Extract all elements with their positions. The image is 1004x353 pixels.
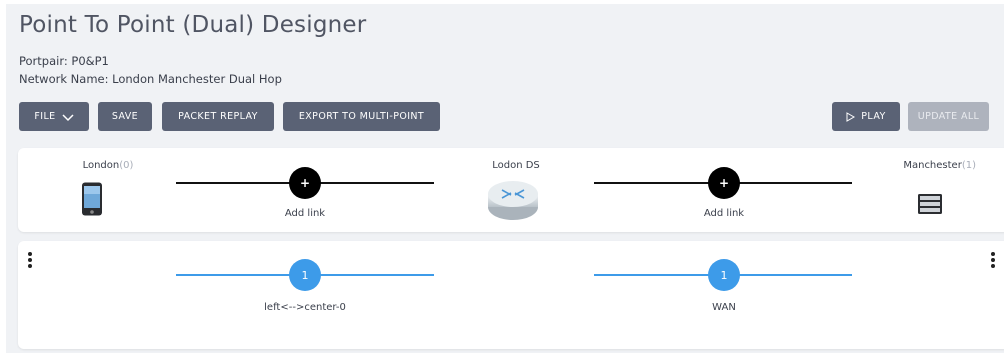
add-left-link-label[interactable]: Add link xyxy=(255,208,355,219)
page-title: Point To Point (Dual) Designer xyxy=(19,12,367,38)
network-name-text: Network Name: London Manchester Dual Hop xyxy=(19,72,282,86)
portpair-text: Portpair: P0&P1 xyxy=(19,54,109,68)
packet-replay-button[interactable]: PACKET REPLAY xyxy=(162,102,274,131)
router-icon[interactable] xyxy=(486,178,540,222)
node-london-label: London(0) xyxy=(68,160,148,171)
node-lodon-ds-label: Lodon DS xyxy=(492,160,540,171)
node-name: Manchester xyxy=(903,160,962,171)
node-manchester-label: Manchester(1) xyxy=(880,160,976,171)
export-to-multipoint-button[interactable]: EXPORT TO MULTI-POINT xyxy=(283,102,440,131)
left-kebab-menu-icon[interactable] xyxy=(27,252,33,268)
add-right-link-label[interactable]: Add link xyxy=(674,208,774,219)
left-link-label[interactable]: left<-->center-0 xyxy=(230,302,380,313)
file-label: FILE xyxy=(34,111,56,122)
add-left-link-button[interactable]: + xyxy=(289,167,321,199)
mobile-phone-icon[interactable] xyxy=(81,182,103,216)
server-icon[interactable] xyxy=(918,194,942,214)
play-label: PLAY xyxy=(861,111,886,122)
chevron-down-icon xyxy=(62,113,74,121)
right-link-count-badge[interactable]: 1 xyxy=(708,259,740,291)
node-name: London xyxy=(82,160,120,171)
add-right-link-button[interactable]: + xyxy=(708,167,740,199)
play-icon xyxy=(846,111,856,122)
node-count: (0) xyxy=(119,160,134,171)
update-all-button[interactable]: UPDATE ALL xyxy=(908,102,989,131)
left-link-count-badge[interactable]: 1 xyxy=(289,259,321,291)
topology-card: London(0) + Add link Lodon DS + Add link… xyxy=(18,148,1004,232)
right-kebab-menu-icon[interactable] xyxy=(990,252,996,268)
file-menu-button[interactable]: FILE xyxy=(19,102,89,131)
designer-page: Point To Point (Dual) Designer Portpair:… xyxy=(6,4,1004,353)
right-link-label[interactable]: WAN xyxy=(674,302,774,313)
play-button[interactable]: PLAY xyxy=(832,102,900,131)
save-button[interactable]: SAVE xyxy=(98,102,152,131)
node-count: (1) xyxy=(961,160,976,171)
links-card: 1 left<-->center-0 1 WAN xyxy=(18,241,1004,349)
